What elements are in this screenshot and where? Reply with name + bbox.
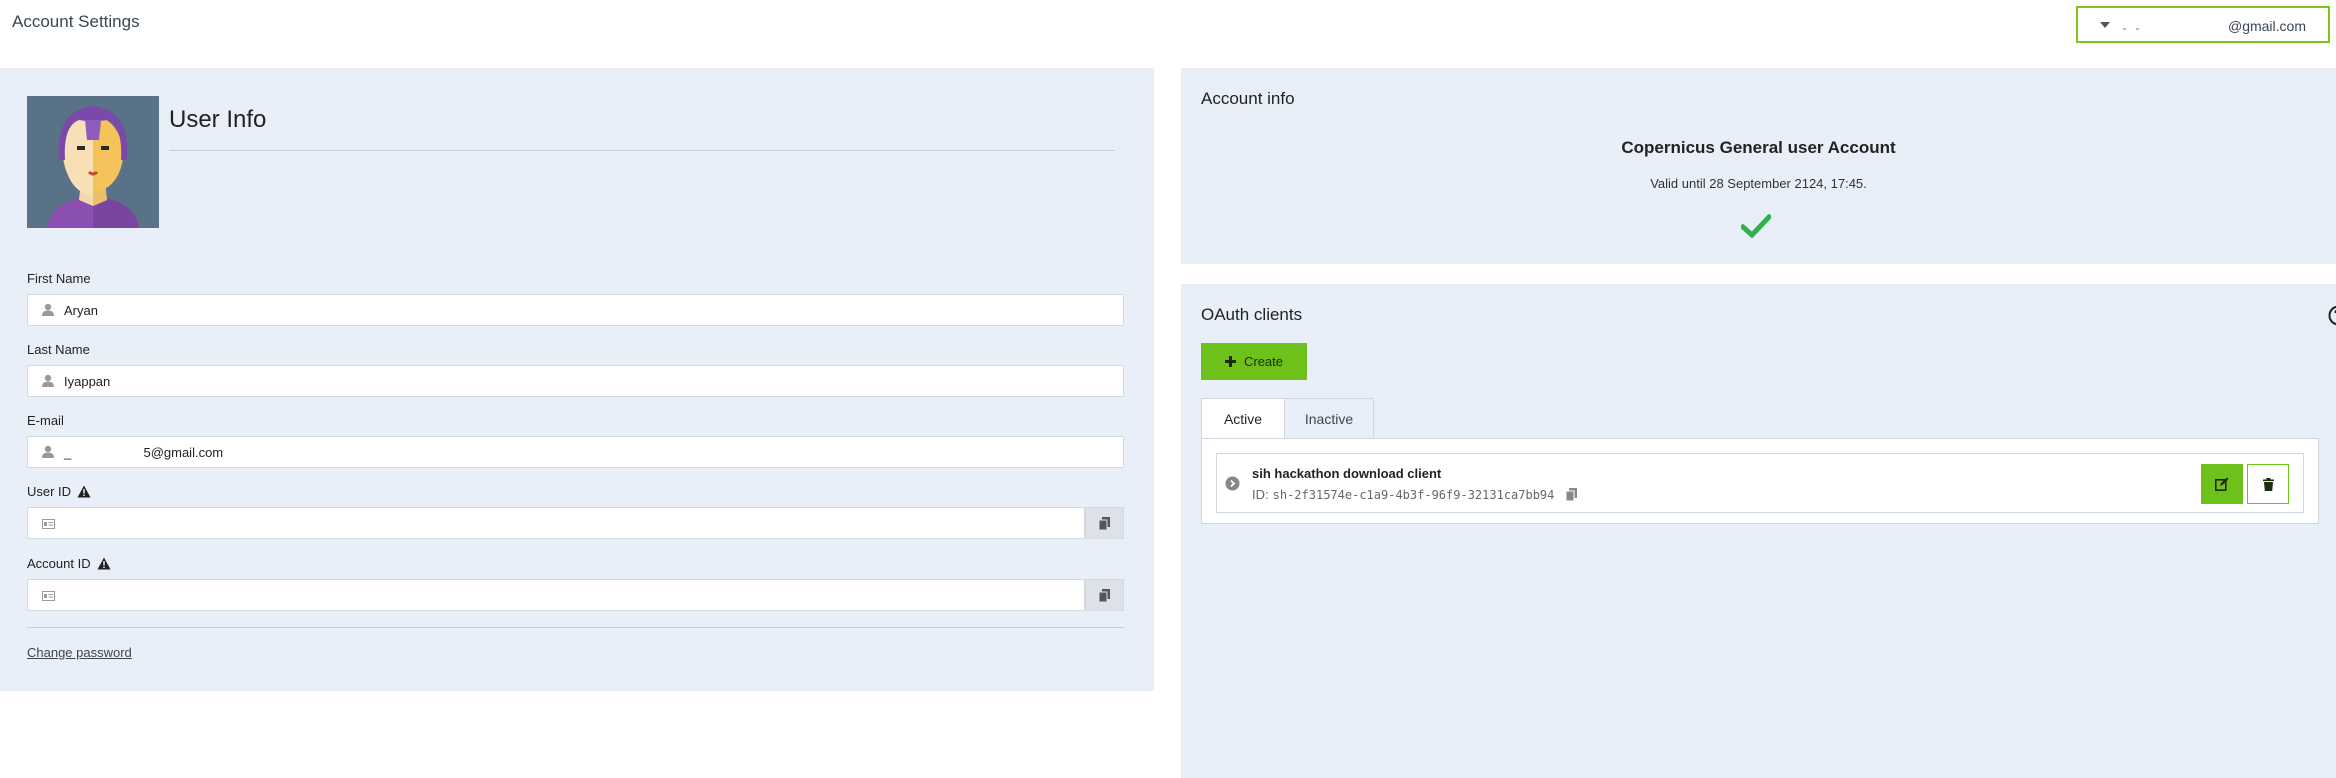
first-name-value: Aryan [64, 303, 98, 318]
divider [169, 150, 1115, 151]
user-icon [42, 445, 54, 458]
edit-icon [2215, 477, 2229, 491]
page-title: Account Settings [12, 12, 140, 31]
trash-icon [2262, 477, 2274, 491]
copy-account-id-button[interactable] [1085, 579, 1124, 611]
chevron-right-icon[interactable] [1225, 476, 1240, 491]
copy-icon [1099, 516, 1110, 530]
list-item[interactable]: sih hackathon download client ID: sh-2f3… [1216, 453, 2304, 513]
user-menu-dropdown[interactable]: @gmail.com [2076, 6, 2330, 43]
last-name-label: Last Name [27, 342, 90, 357]
copy-user-id-button[interactable] [1085, 507, 1124, 539]
last-name-label-text: Last Name [27, 342, 90, 357]
create-client-label: Create [1243, 354, 1284, 369]
caret-down-icon [2100, 22, 2110, 28]
warning-icon[interactable] [77, 485, 91, 498]
tab-active[interactable]: Active [1201, 398, 1285, 439]
account-info-title: Account info [1201, 89, 1295, 108]
user-icon [42, 374, 54, 387]
edit-client-button[interactable] [2201, 464, 2243, 504]
redacted-mark [2123, 28, 2126, 30]
first-name-label: First Name [27, 271, 91, 286]
first-name-field[interactable]: Aryan [27, 294, 1124, 326]
email-label-text: E-mail [27, 413, 64, 428]
divider [27, 627, 1124, 628]
client-list: sih hackathon download client ID: sh-2f3… [1201, 438, 2319, 524]
account-info-panel: Account info Copernicus General user Acc… [1181, 68, 2336, 264]
oauth-clients-title: OAuth clients [1201, 305, 1303, 324]
user-id-field[interactable] [27, 507, 1085, 539]
check-icon [1741, 214, 1771, 238]
email-field[interactable]: _ 5@gmail.com [27, 436, 1124, 468]
create-client-button[interactable]: Create [1201, 343, 1307, 380]
id-card-icon [42, 591, 55, 601]
delete-client-button[interactable] [2247, 464, 2289, 504]
id-card-icon [42, 519, 55, 529]
copy-icon [1099, 588, 1110, 602]
oauth-clients-panel: OAuth clients Create Active Inactive sih… [1181, 284, 2336, 778]
user-email: @gmail.com [2227, 18, 2306, 34]
user-id-label-text: User ID [27, 484, 72, 499]
avatar [27, 96, 159, 228]
client-id-value: sh-2f31574e-c1a9-4b3f-96f9-32131ca7bb94 [1272, 487, 1555, 502]
copy-icon[interactable] [1566, 488, 1578, 501]
user-info-title: User Info [169, 106, 267, 133]
client-id: ID: sh-2f31574e-c1a9-4b3f-96f9-32131ca7b… [1252, 487, 1578, 502]
user-info-panel: User Info First Name Aryan Last Name Iya… [0, 68, 1154, 691]
account-id-label-text: Account ID [27, 556, 91, 571]
first-name-label-text: First Name [27, 271, 91, 286]
client-tabs: Active Inactive [1201, 398, 1374, 439]
account-id-field[interactable] [27, 579, 1085, 611]
tab-inactive[interactable]: Inactive [1284, 398, 1374, 439]
account-type: Copernicus General user Account [1621, 138, 1896, 157]
help-icon[interactable] [2328, 305, 2336, 326]
client-name: sih hackathon download client [1252, 466, 1442, 481]
redacted-mark [2136, 28, 2139, 30]
email-value: _ 5@gmail.com [64, 445, 224, 460]
email-label: E-mail [27, 413, 64, 428]
last-name-value: Iyappan [64, 374, 111, 389]
client-id-prefix: ID: [1252, 487, 1269, 502]
account-id-label: Account ID [27, 556, 111, 571]
plus-icon [1224, 356, 1236, 367]
user-id-label: User ID [27, 484, 91, 499]
user-icon [42, 303, 54, 316]
change-password-link[interactable]: Change password [27, 645, 132, 660]
last-name-field[interactable]: Iyappan [27, 365, 1124, 397]
warning-icon[interactable] [97, 557, 111, 570]
account-valid-until: Valid until 28 September 2124, 17:45. [1650, 176, 1867, 191]
